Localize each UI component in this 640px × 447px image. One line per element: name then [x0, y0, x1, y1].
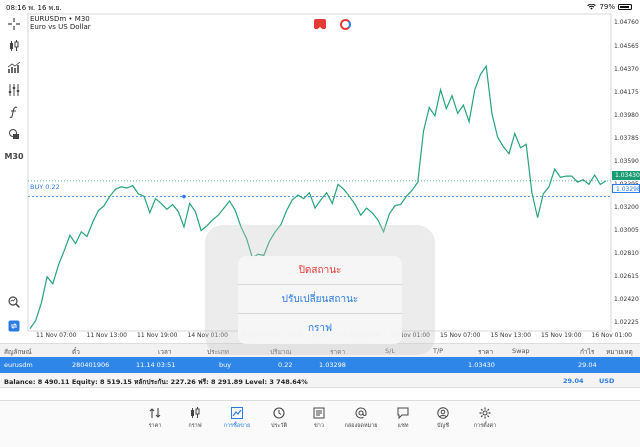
signal-icon[interactable]	[340, 19, 351, 30]
position-ticket: 280401906	[72, 361, 110, 369]
time-tick: 15 Nov 07:00	[440, 332, 481, 339]
col-profit: กำไร	[580, 348, 595, 356]
position-row[interactable]: eurusdm 280401906 11.14 03:51 buy 0.22 1…	[0, 357, 640, 373]
tab-quotes[interactable]: ราคา	[135, 407, 175, 430]
col-comment: หมายเหตุ	[606, 348, 633, 356]
tab-account[interactable]: บัญชี	[423, 407, 463, 430]
tab-settings[interactable]: การตั้งค่า	[465, 407, 505, 430]
current-price-badge: 1.03430	[612, 171, 640, 180]
price-tick: 1.04370	[614, 65, 639, 73]
tab-mailbox[interactable]: กล่องจดหมาย	[341, 407, 381, 430]
position-profit: 29.04	[578, 361, 597, 369]
position-type: buy	[219, 361, 232, 369]
tab-quotes-label: ราคา	[148, 423, 162, 429]
price-tick: 1.03590	[614, 157, 639, 165]
account-balance-row: Balance: 8 490.11 Equity: 8 519.15 หลักป…	[0, 373, 640, 388]
chat-icon	[397, 407, 409, 419]
bottom-tab-bar: ราคา กราฟ การซื้อขาย ประวัติ ข่าว กล่องจ…	[0, 400, 640, 447]
price-tick: 1.02810	[614, 250, 639, 258]
at-sign-icon	[355, 407, 367, 419]
tab-history[interactable]: ประวัติ	[259, 407, 299, 430]
position-price: 1.03430	[468, 361, 495, 369]
time-tick: 16 Nov 01:00	[591, 332, 632, 339]
time-tick: 11 Nov 07:00	[36, 332, 77, 339]
sliders-icon[interactable]	[6, 82, 22, 98]
tab-chat-label: แชท	[397, 423, 409, 429]
crosshair-icon[interactable]	[6, 16, 22, 32]
flag-icon[interactable]	[314, 19, 326, 31]
tab-history-label: ประวัติ	[270, 423, 288, 429]
price-tick: 1.03980	[614, 111, 639, 119]
time-tick: 11 Nov 13:00	[86, 332, 127, 339]
chart-symbol-title: EURUSDm • M30	[30, 15, 90, 23]
col-price: ราคา	[478, 348, 494, 356]
tab-settings-label: การตั้งค่า	[473, 423, 497, 429]
tab-account-label: บัญชี	[437, 423, 449, 429]
history-icon	[273, 407, 285, 419]
buy-position-label: BUY 0.22	[30, 183, 60, 191]
price-tick: 1.03785	[614, 134, 639, 142]
price-tick: 1.03200	[614, 204, 639, 212]
tab-chart-label: กราฟ	[188, 423, 202, 429]
tab-mailbox-label: กล่องจดหมาย	[344, 423, 378, 429]
timeframe-button[interactable]: M30	[4, 148, 24, 164]
battery-percent: 79%	[599, 3, 615, 11]
position-time: 11.14 03:51	[136, 361, 176, 369]
modify-position-button[interactable]: ปรับเปลี่ยนสถานะ	[238, 285, 402, 314]
col-swap: Swap	[512, 347, 530, 355]
status-bar: 08:16 พ. 16 พ.ย. 79%	[0, 0, 640, 13]
wifi-icon	[587, 4, 597, 10]
candles-icon	[191, 407, 200, 418]
price-tick: 1.02615	[614, 273, 639, 281]
col-tp: T/P	[433, 347, 444, 355]
entry-marker	[182, 194, 186, 199]
function-icon[interactable]	[6, 104, 22, 120]
chart-toolbar: M30	[0, 14, 28, 342]
news-icon	[313, 407, 325, 419]
tab-news-label: ข่าว	[314, 423, 324, 429]
price-tick: 1.04760	[614, 19, 639, 27]
quotes-icon	[149, 408, 161, 418]
buy-price-badge: 1.03298	[612, 184, 640, 193]
position-symbol: eurusdm	[4, 361, 33, 369]
status-right: 79%	[587, 3, 632, 11]
price-tick: 1.04565	[614, 42, 639, 50]
trade-icon	[231, 407, 243, 419]
status-time: 08:16 พ. 16 พ.ย.	[6, 4, 62, 12]
balance-text: Balance: 8 490.11 Equity: 8 519.15 หลักป…	[4, 378, 308, 386]
indicators-icon[interactable]	[6, 60, 22, 76]
tab-trade-label: การซื้อขาย	[223, 423, 251, 429]
one-click-trade-icon[interactable]	[6, 318, 22, 334]
time-tick: 15 Nov 19:00	[541, 332, 582, 339]
time-tick: 15 Nov 13:00	[490, 332, 531, 339]
user-icon	[437, 407, 449, 419]
gear-icon	[479, 407, 491, 419]
position-open-price: 1.03298	[319, 361, 346, 369]
close-position-button[interactable]: ปิดสถานะ	[238, 256, 402, 285]
chart-button[interactable]: กราฟ	[238, 314, 402, 343]
candlestick-icon[interactable]	[6, 38, 22, 54]
position-volume: 0.22	[278, 361, 293, 369]
col-time: เวลา	[158, 348, 172, 356]
tab-trade[interactable]: การซื้อขาย	[217, 407, 257, 430]
total-profit: 29.04	[563, 377, 584, 385]
price-tick: 1.02420	[614, 296, 639, 304]
tab-news[interactable]: ข่าว	[299, 407, 339, 430]
tab-chat[interactable]: แชท	[383, 407, 423, 430]
col-ticket: ตั๋ว	[72, 348, 80, 356]
col-symbol: สัญลักษณ์	[4, 348, 32, 356]
price-tick: 1.04175	[614, 88, 639, 96]
price-tick: 1.03005	[614, 227, 639, 235]
chart-symbol-description: Euro vs US Dollar	[30, 23, 91, 31]
zoom-icon[interactable]	[6, 294, 22, 310]
objects-icon[interactable]	[6, 126, 22, 142]
tab-chart[interactable]: กราฟ	[175, 407, 215, 430]
battery-icon	[618, 4, 632, 10]
position-action-sheet: ปิดสถานะ ปรับเปลี่ยนสถานะ กราฟ	[238, 256, 402, 344]
time-tick: 11 Nov 19:00	[137, 332, 178, 339]
price-tick: 1.02225	[614, 319, 639, 327]
account-currency: USD	[599, 377, 615, 385]
